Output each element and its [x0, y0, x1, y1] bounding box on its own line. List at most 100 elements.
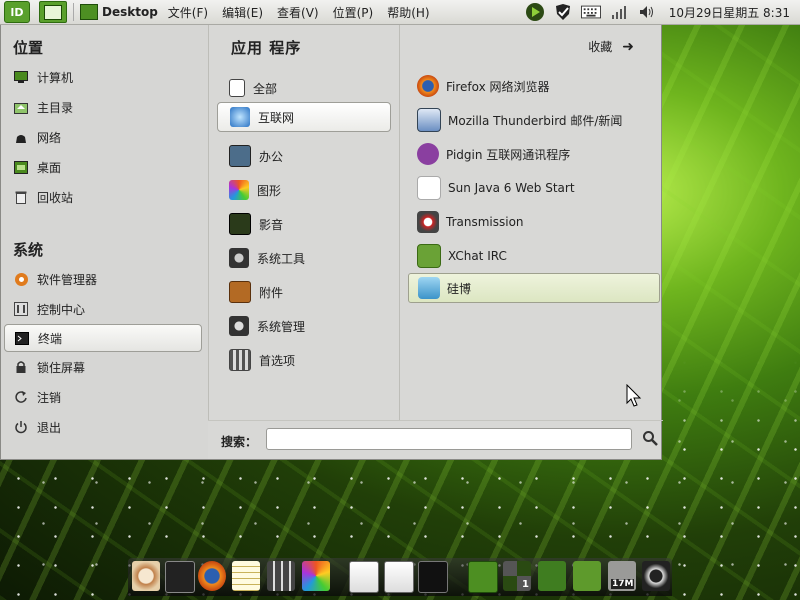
place-home[interactable]: 主目录 [1, 92, 208, 122]
volume-icon[interactable] [637, 3, 657, 21]
app-pidgin[interactable]: Pidgin 互联网通讯程序 [408, 139, 660, 169]
internet-icon [230, 107, 250, 127]
arrow-right-icon: ➜ [622, 38, 634, 55]
graphics-icon [229, 180, 249, 200]
workspace-badge: 1 [522, 579, 529, 590]
dock-graphics-icon[interactable] [302, 561, 330, 591]
play-icon[interactable] [525, 3, 545, 21]
category-sound-video[interactable]: 影音 [217, 209, 391, 239]
dock-shutdown-icon[interactable] [642, 561, 670, 591]
control-center-icon [13, 301, 29, 317]
dock-text-editor-icon[interactable] [232, 561, 260, 591]
office-icon [229, 145, 251, 167]
search-label: 搜索： [221, 435, 258, 449]
software-manager-icon [13, 271, 29, 287]
system-tools-icon [229, 248, 249, 268]
clock[interactable]: 10月29日星期五 8:31 [669, 4, 790, 21]
app-title: Desktop [102, 5, 158, 19]
dock-bookmark-icon[interactable] [538, 561, 566, 591]
desktop-icon [13, 159, 29, 175]
terminal-icon [14, 330, 30, 346]
menu-edit[interactable]: 编辑(E) [222, 4, 263, 21]
dock-window-1-icon[interactable] [349, 561, 379, 593]
transmission-icon [417, 211, 439, 233]
dock-firefox-icon[interactable] [198, 561, 226, 591]
app-java-web-start[interactable]: Sun Java 6 Web Start [408, 173, 660, 203]
place-network[interactable]: 网络 [1, 122, 208, 152]
applications-header: 应用 程序 [231, 39, 302, 57]
system-tray: 10月29日星期五 8:31 [525, 0, 800, 24]
system-lock-screen[interactable]: 锁住屏幕 [1, 352, 208, 382]
categories-column: 应用 程序 全部 互联网 办公 图形 影音 系统工具 附件 系统管理 首选项 [208, 25, 399, 420]
dock-terminal-icon[interactable] [165, 561, 195, 593]
app-xchat[interactable]: XChat IRC [408, 241, 660, 271]
place-computer[interactable]: 计算机 [1, 62, 208, 92]
gwibber-icon [418, 277, 440, 299]
system-software-manager[interactable]: 软件管理器 [1, 264, 208, 294]
menu-places[interactable]: 位置(P) [333, 4, 374, 21]
category-office[interactable]: 办公 [217, 141, 391, 171]
keyboard-icon[interactable] [580, 3, 601, 21]
menu-help[interactable]: 帮助(H) [387, 4, 429, 21]
firefox-icon [417, 75, 439, 97]
dock: 1 17M [128, 558, 672, 596]
app-thunderbird[interactable]: Mozilla Thunderbird 邮件/新闻 [408, 105, 660, 135]
logout-icon [13, 389, 29, 405]
thunderbird-icon [417, 108, 441, 132]
search-icon[interactable] [642, 430, 658, 446]
applications-column: 收藏 ➜ Firefox 网络浏览器 Mozilla Thunderbird 邮… [399, 25, 664, 420]
trash-icon [13, 189, 29, 205]
preferences-icon [229, 349, 251, 371]
dock-workspace-switcher[interactable]: 1 [503, 561, 531, 591]
app-transmission[interactable]: Transmission [408, 207, 660, 237]
place-trash[interactable]: 回收站 [1, 182, 208, 212]
dock-software-manager-icon[interactable] [132, 561, 160, 591]
category-accessories[interactable]: 附件 [217, 277, 391, 307]
dock-calculator-icon[interactable] [267, 561, 295, 591]
places-header: 位置 [13, 39, 44, 57]
category-administration[interactable]: 系统管理 [217, 311, 391, 341]
search-input[interactable] [266, 428, 632, 450]
app-gwibber[interactable]: 硅博 [408, 273, 660, 303]
favorites-label: 收藏 [588, 40, 613, 54]
panel-separator [73, 3, 74, 21]
category-system-tools[interactable]: 系统工具 [217, 243, 391, 273]
dock-system-monitor-icon[interactable]: 17M [608, 561, 636, 591]
category-all[interactable]: 全部 [217, 73, 391, 103]
category-internet[interactable]: 互联网 [217, 102, 391, 132]
checkmark-icon[interactable] [553, 3, 573, 21]
main-menu-button[interactable] [39, 1, 67, 23]
multimedia-icon [229, 213, 251, 235]
show-desktop-button[interactable]: lD [4, 1, 30, 23]
pidgin-icon [417, 143, 439, 165]
system-quit[interactable]: 退出 [1, 412, 208, 442]
dock-window-3-icon[interactable] [418, 561, 448, 593]
administration-icon [229, 316, 249, 336]
lock-icon [13, 359, 29, 375]
network-icon [13, 129, 29, 145]
xchat-icon [417, 244, 441, 268]
app-firefox[interactable]: Firefox 网络浏览器 [408, 71, 660, 101]
menu-file[interactable]: 文件(F) [168, 4, 208, 21]
dock-files-icon[interactable] [573, 561, 601, 591]
system-logout[interactable]: 注销 [1, 382, 208, 412]
place-desktop[interactable]: 桌面 [1, 152, 208, 182]
system-terminal[interactable]: 终端 [4, 324, 202, 352]
top-panel: lD Desktop 文件(F) 编辑(E) 查看(V) 位置(P) 帮助(H)… [0, 0, 800, 25]
category-graphics[interactable]: 图形 [217, 175, 391, 205]
signal-icon[interactable] [609, 3, 629, 21]
home-folder-icon [13, 99, 29, 115]
search-bar: 搜索： [208, 420, 663, 461]
dock-window-2-icon[interactable] [384, 561, 414, 593]
accessories-icon [229, 281, 251, 303]
dock-desktop-icon[interactable] [468, 561, 498, 593]
favorites-button[interactable]: 收藏 ➜ [588, 38, 634, 55]
start-menu: 位置 计算机 主目录 网络 桌面 回收站 系统 软件管理器 控制中心 终端 锁住… [0, 25, 664, 461]
menu-view[interactable]: 查看(V) [277, 4, 319, 21]
system-control-center[interactable]: 控制中心 [1, 294, 208, 324]
places-system-column: 位置 计算机 主目录 网络 桌面 回收站 系统 软件管理器 控制中心 终端 锁住… [1, 25, 208, 459]
category-preferences[interactable]: 首选项 [217, 345, 391, 375]
memory-badge: 17M [611, 579, 635, 589]
computer-icon [13, 69, 29, 85]
all-apps-icon [229, 79, 245, 97]
